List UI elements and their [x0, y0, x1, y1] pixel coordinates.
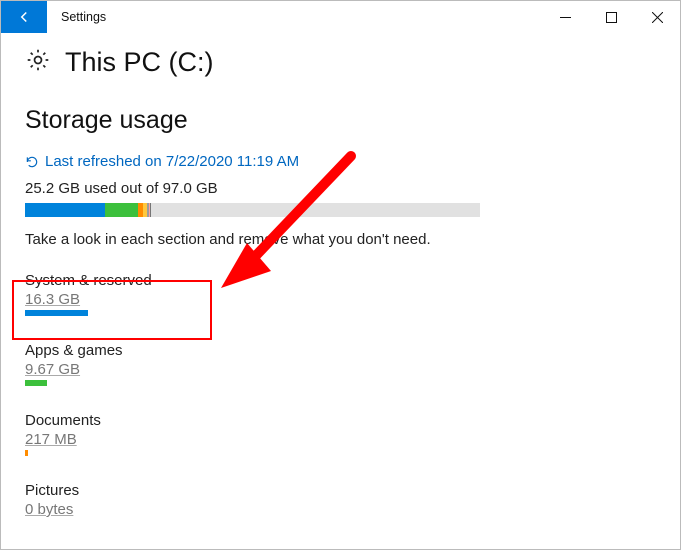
- category-size: 16.3 GB: [25, 291, 656, 308]
- usage-segment-system: [25, 203, 105, 217]
- category-item[interactable]: System & reserved 16.3 GB: [25, 272, 656, 316]
- refresh-text: Last refreshed on 7/22/2020 11:19 AM: [45, 153, 299, 170]
- category-list: System & reserved 16.3 GB Apps & games 9.67…: [25, 272, 656, 526]
- titlebar: Settings: [1, 1, 680, 33]
- back-button[interactable]: [1, 1, 47, 33]
- category-bar: [25, 310, 88, 316]
- refresh-link[interactable]: Last refreshed on 7/22/2020 11:19 AM: [25, 153, 656, 170]
- used-summary: 25.2 GB used out of 97.0 GB: [25, 180, 656, 197]
- category-bar-fill: [25, 310, 88, 316]
- category-bar: [25, 450, 88, 456]
- window-title: Settings: [47, 1, 542, 33]
- minimize-button[interactable]: [542, 1, 588, 33]
- category-bar-fill: [25, 380, 47, 386]
- usage-segment-apps: [105, 203, 138, 217]
- page-title: This PC (C:): [65, 47, 214, 78]
- window-controls: [542, 1, 680, 33]
- section-title: Storage usage: [25, 106, 656, 135]
- category-label: System & reserved: [25, 272, 656, 289]
- category-bar-fill: [25, 450, 28, 456]
- hint-text: Take a look in each section and remove w…: [25, 231, 656, 248]
- category-label: Pictures: [25, 482, 656, 499]
- category-label: Documents: [25, 412, 656, 429]
- category-size: 217 MB: [25, 431, 656, 448]
- content-area[interactable]: This PC (C:) Storage usage Last refreshe…: [1, 33, 680, 549]
- category-size: 0 bytes: [25, 501, 656, 518]
- category-item[interactable]: Documents 217 MB: [25, 412, 656, 456]
- refresh-icon: [25, 155, 39, 169]
- category-bar: [25, 520, 88, 526]
- maximize-icon: [606, 12, 617, 23]
- close-button[interactable]: [634, 1, 680, 33]
- usage-bar: [25, 203, 480, 217]
- category-item[interactable]: Apps & games 9.67 GB: [25, 342, 656, 386]
- category-size: 9.67 GB: [25, 361, 656, 378]
- gear-icon: [25, 47, 51, 78]
- maximize-button[interactable]: [588, 1, 634, 33]
- page-header: This PC (C:): [25, 47, 656, 78]
- category-item[interactable]: Pictures 0 bytes: [25, 482, 656, 526]
- usage-segment-other3: [150, 203, 151, 217]
- back-arrow-icon: [15, 8, 33, 26]
- minimize-icon: [560, 12, 571, 23]
- close-icon: [652, 12, 663, 23]
- category-bar: [25, 380, 88, 386]
- category-label: Apps & games: [25, 342, 656, 359]
